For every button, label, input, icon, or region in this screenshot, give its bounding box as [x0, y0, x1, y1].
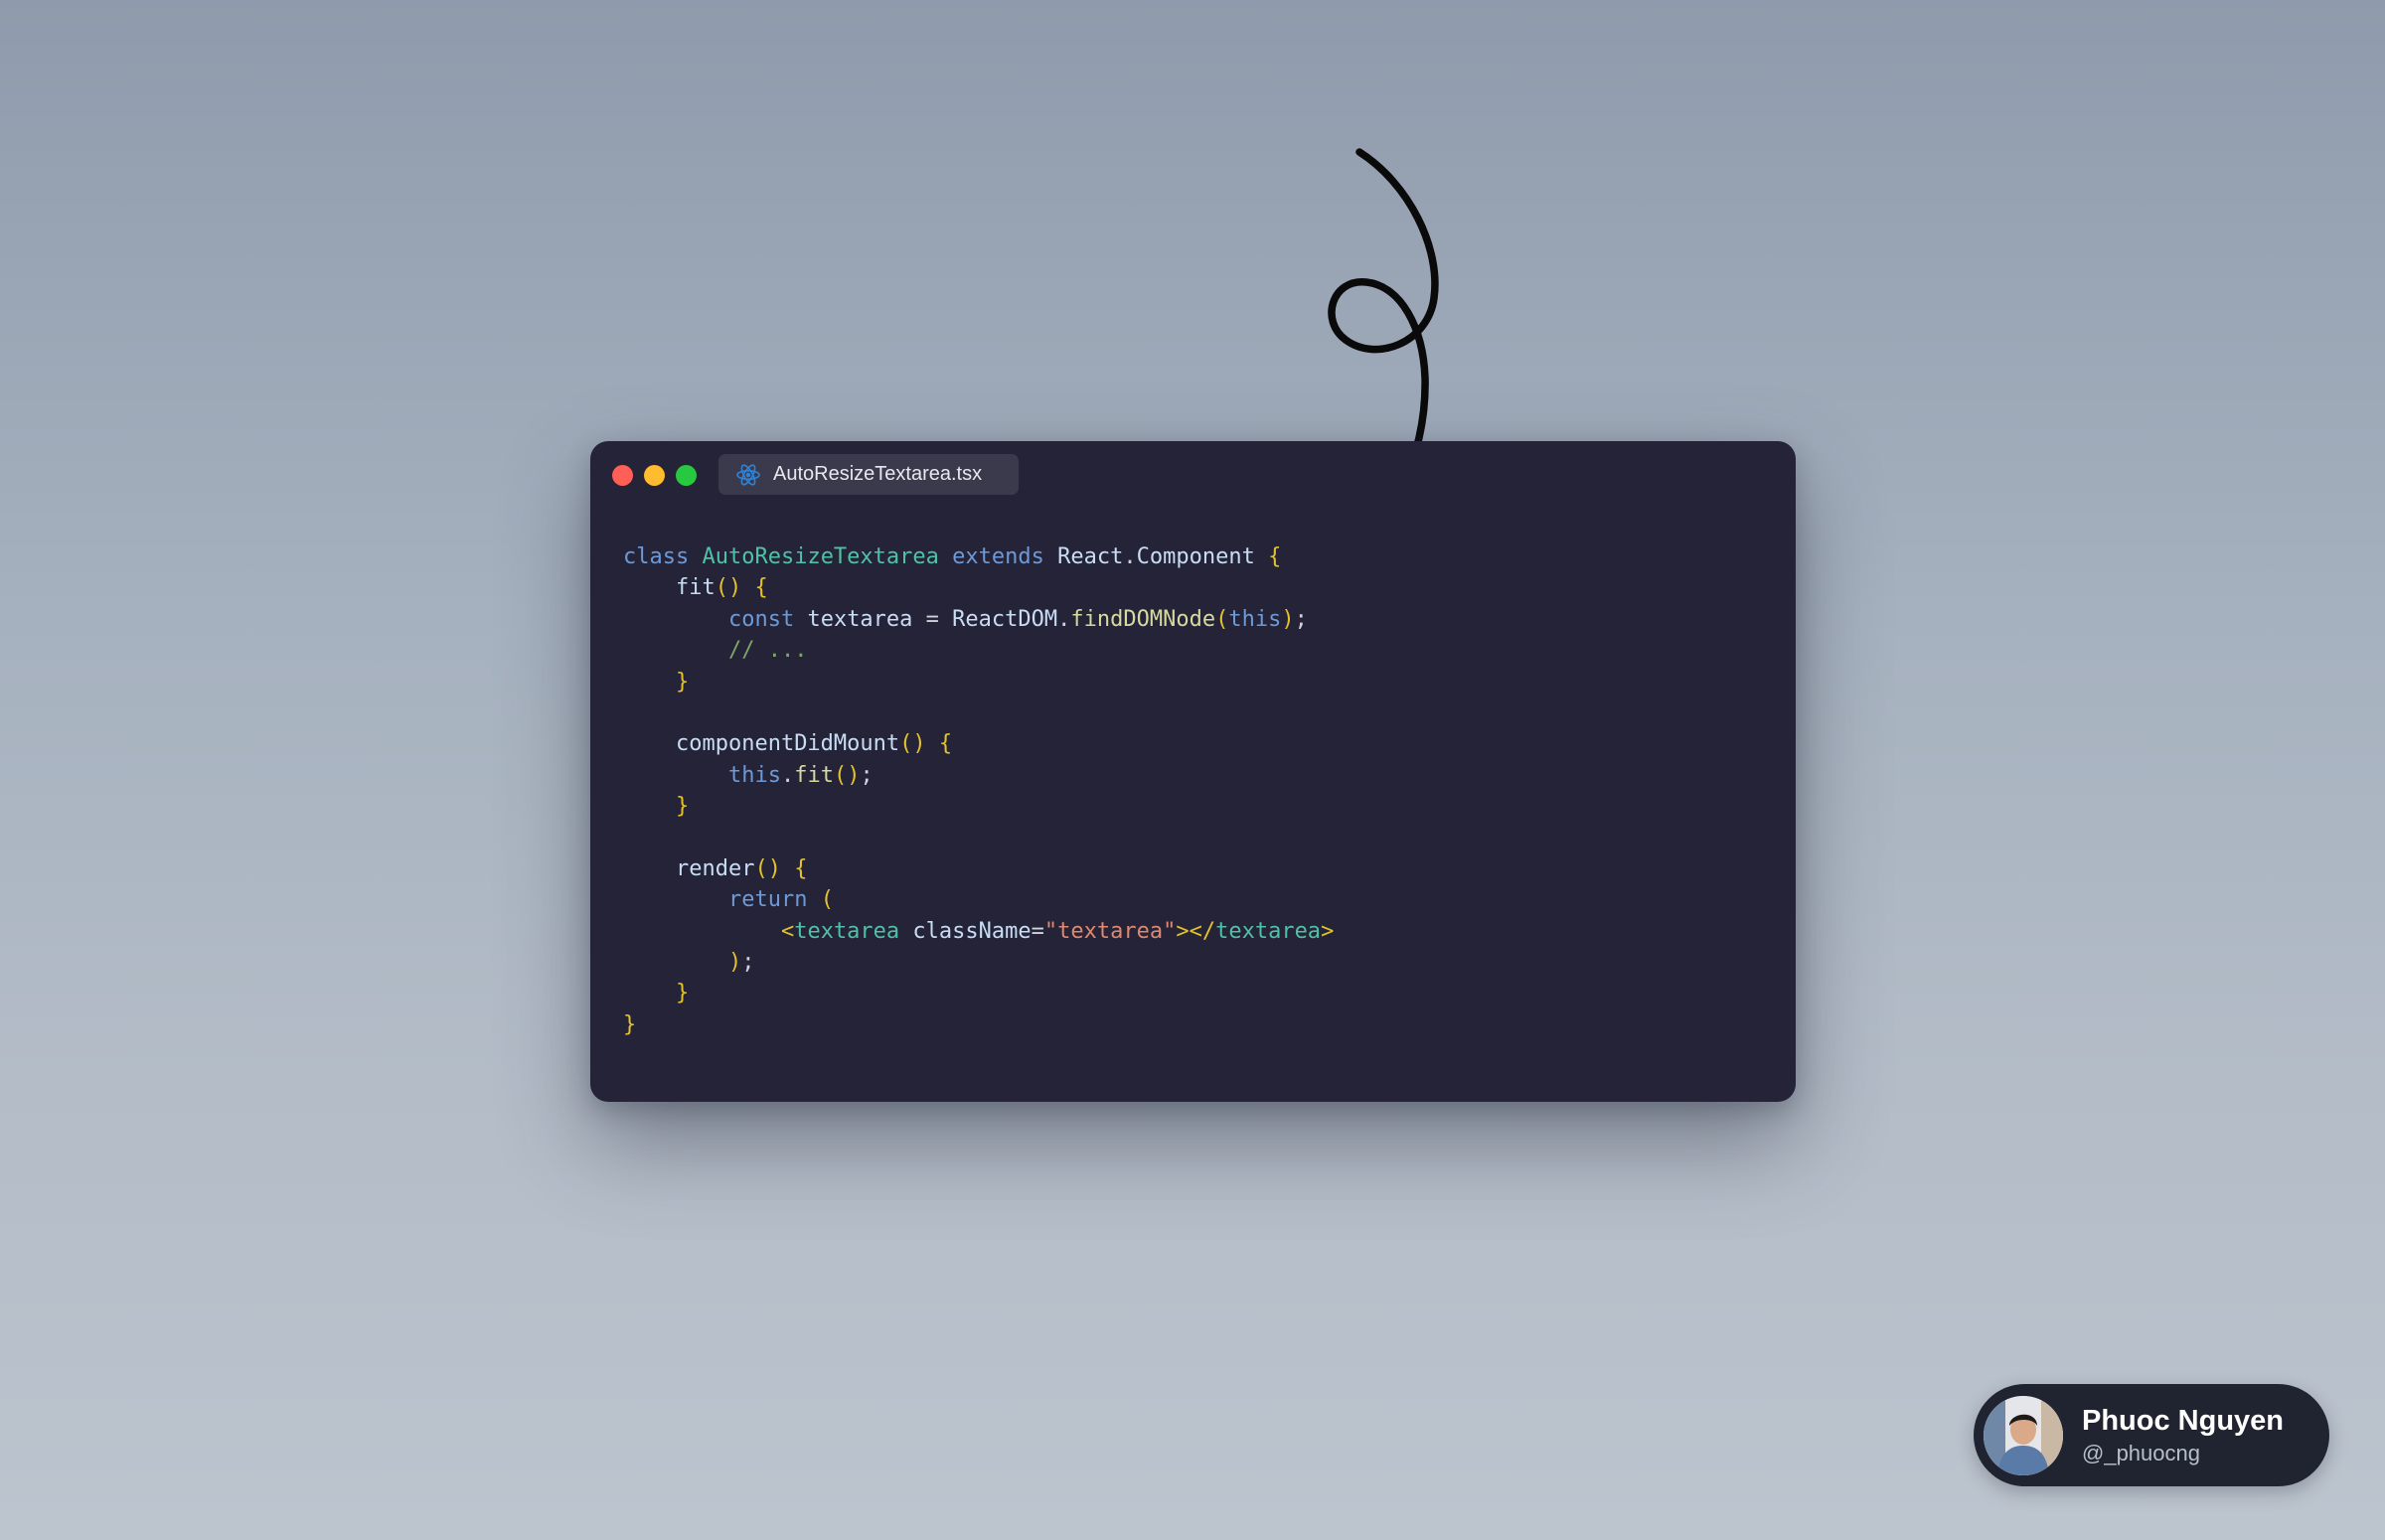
code-keyword: class [623, 544, 690, 569]
code-line: componentDidMount() { [675, 731, 953, 757]
author-name: Phuoc Nguyen [2082, 1404, 2285, 1437]
code-keyword: extends [952, 544, 1044, 569]
code-line: } [675, 669, 690, 694]
code-identifier: ReactDOM [952, 606, 1058, 632]
code-keyword: this [727, 762, 781, 788]
code-attribute-name: className [912, 918, 1032, 944]
code-function-name: fit [794, 762, 834, 788]
code-editor-window: AutoResizeTextarea.tsx class AutoResizeT… [590, 441, 1796, 1102]
code-method-name: fit [675, 575, 716, 601]
code-line: } [675, 981, 690, 1006]
zoom-window-button[interactable] [676, 465, 697, 486]
file-tab-label: AutoResizeTextarea.tsx [773, 463, 983, 485]
code-line: ); [727, 950, 755, 976]
author-handle: @_phuocng [2082, 1440, 2200, 1465]
code-keyword: return [727, 887, 808, 913]
code-method-name: componentDidMount [675, 731, 900, 757]
code-line: fit() { [675, 575, 768, 601]
code-function-name: findDOMNode [1070, 606, 1216, 632]
code-line: const textarea = ReactDOM.findDOMNode(th… [727, 606, 1308, 632]
code-line: this.fit(); [727, 762, 874, 788]
code-keyword: const [727, 606, 795, 632]
close-window-button[interactable] [612, 465, 633, 486]
code-tag-name: textarea [1215, 918, 1322, 944]
avatar [1984, 1395, 2063, 1475]
code-line: // ... [623, 635, 1334, 666]
code-line: class AutoResizeTextarea extends React.C… [623, 544, 1282, 569]
code-line: <textarea className="textarea"></textare… [780, 918, 1335, 944]
code-identifier: Component [1136, 544, 1255, 569]
code-string: "textarea" [1043, 918, 1177, 944]
minimize-window-button[interactable] [644, 465, 665, 486]
code-line: render() { [675, 855, 808, 881]
code-block[interactable]: class AutoResizeTextarea extends React.C… [623, 541, 1334, 1040]
code-identifier: React [1057, 544, 1124, 569]
code-identifier: textarea [807, 606, 913, 632]
code-method-name: render [675, 855, 755, 881]
code-comment: // ... [727, 638, 808, 664]
code-tag-name: textarea [794, 918, 900, 944]
code-line: return ( [727, 887, 834, 913]
author-badge[interactable]: Phuoc Nguyen @_phuocng [1974, 1384, 2329, 1486]
react-icon [735, 462, 761, 488]
code-line: } [623, 1011, 637, 1037]
code-keyword: this [1228, 606, 1282, 632]
code-class-name: AutoResizeTextarea [702, 544, 939, 569]
file-tab[interactable]: AutoResizeTextarea.tsx [718, 454, 1019, 495]
code-line: } [675, 794, 690, 820]
